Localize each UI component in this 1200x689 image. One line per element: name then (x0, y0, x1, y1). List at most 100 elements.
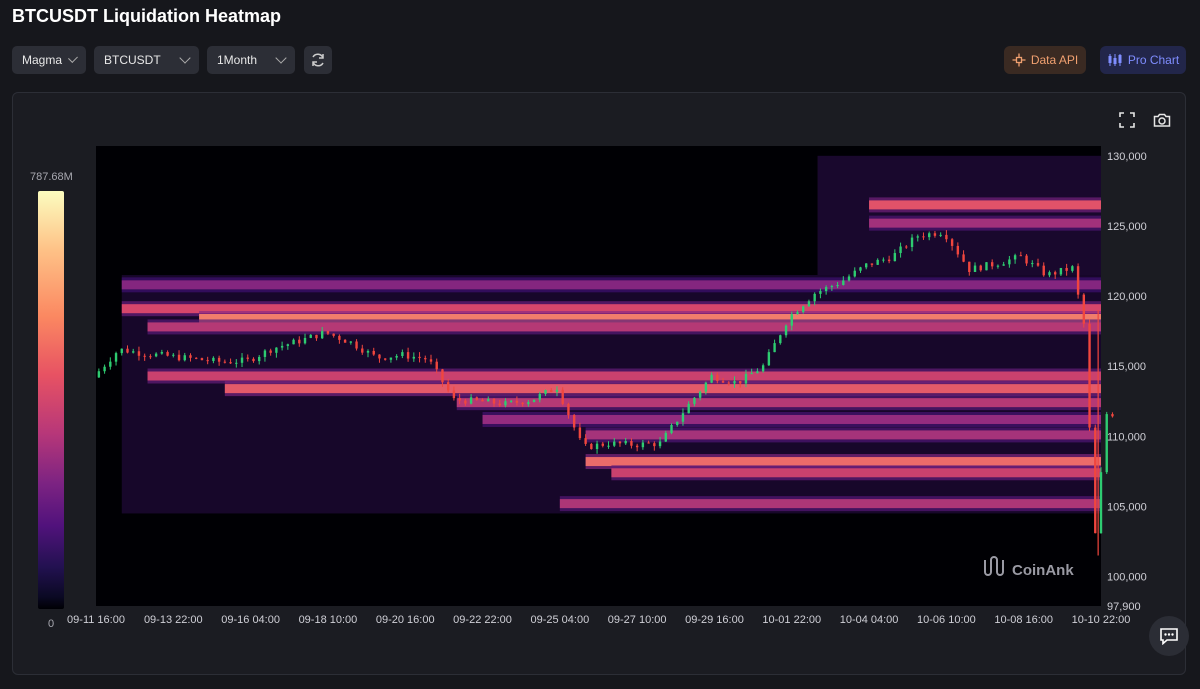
x-tick-label: 10-10 22:00 (1072, 614, 1131, 626)
liquidation-band (121, 280, 1102, 290)
candle-body (441, 369, 444, 383)
candle-body (177, 354, 181, 361)
x-tick-label: 10-01 22:00 (762, 614, 821, 626)
candle-body (973, 265, 977, 272)
liquidation-band (224, 384, 1101, 394)
candle-body (521, 402, 524, 405)
candle-body (515, 400, 519, 403)
candle-body (166, 352, 169, 356)
candle-body (395, 356, 398, 358)
chat-button[interactable] (1149, 616, 1189, 656)
candle-body (968, 261, 971, 272)
candle-body (206, 360, 209, 362)
candle-body (487, 398, 490, 402)
candle-body (286, 344, 290, 346)
candle-body (378, 354, 381, 359)
candle-body (149, 356, 152, 358)
candle-body (641, 442, 645, 448)
candle-body (704, 382, 708, 392)
candle-body (464, 400, 467, 404)
candle-body (561, 389, 564, 404)
candle-body (601, 443, 604, 446)
candle-body (1059, 267, 1063, 275)
x-tick-label: 09-18 10:00 (299, 614, 358, 626)
candle-body (956, 245, 960, 255)
candle-body (624, 441, 627, 444)
candle-body (773, 343, 776, 353)
heatmap-chart: 130,000 125,000 120,000 115,000 110,000 105,0… (67, 146, 1147, 626)
candle-body (1099, 472, 1103, 534)
candle-body (572, 415, 576, 428)
candle-body (114, 353, 118, 362)
candle-body (870, 263, 874, 265)
candle-body (985, 262, 988, 271)
candle-body (1036, 263, 1040, 266)
candle-body (1053, 272, 1057, 275)
candle-body (538, 393, 542, 400)
x-tick-label: 09-20 16:00 (376, 614, 435, 626)
liquidation-band (869, 218, 1101, 228)
candle-body (790, 314, 793, 326)
candle-body (939, 234, 942, 236)
liquidation-band (147, 371, 1102, 381)
candle-body (658, 441, 662, 447)
candle-body (698, 391, 702, 398)
candle-body (504, 401, 507, 406)
candle-body (1082, 294, 1086, 324)
candle-body (527, 402, 530, 405)
candle-body (481, 399, 484, 402)
liquidation-band (147, 322, 1102, 332)
candle-body (246, 357, 249, 359)
y-bottom-label: 97,900 (1107, 601, 1141, 613)
candle-body (670, 425, 673, 433)
candle-body (446, 382, 450, 391)
x-tick-label: 09-29 16:00 (685, 614, 744, 626)
y-tick-label: 105,000 (1107, 501, 1147, 513)
candle-body (876, 259, 879, 265)
candle-body (189, 355, 192, 358)
candle-body (429, 359, 433, 362)
candle-body (996, 265, 1000, 267)
candle-body (1031, 263, 1034, 265)
candle-body (567, 403, 570, 416)
candle-body (830, 286, 834, 288)
candle-body (945, 234, 948, 240)
y-tick-label: 120,000 (1107, 291, 1147, 303)
liquidation-band (611, 468, 1101, 478)
x-tick-label: 09-22 22:00 (453, 614, 512, 626)
candle-body (492, 398, 496, 404)
candle-body (893, 253, 897, 262)
x-tick-label: 09-13 22:00 (144, 614, 203, 626)
candle-body (160, 352, 164, 354)
candle-body (338, 335, 341, 340)
y-tick-label: 100,000 (1107, 572, 1147, 584)
y-tick-label: 115,000 (1107, 361, 1146, 373)
candle-body (836, 284, 839, 287)
candle-body (498, 403, 501, 406)
candle-body (744, 373, 748, 384)
candle-body (1002, 264, 1005, 266)
candle-body (120, 348, 123, 354)
candle-body (217, 357, 221, 362)
candle-body (263, 350, 267, 357)
candle-body (761, 365, 765, 372)
candle-body (195, 357, 198, 359)
candle-body (275, 347, 278, 353)
candle-body (630, 441, 633, 446)
candle-body (1071, 266, 1074, 271)
liquidation-band (585, 430, 1101, 440)
candle-body (383, 358, 387, 360)
candle-body (590, 443, 593, 450)
liquidation-band (456, 398, 1101, 408)
candle-body (469, 397, 473, 404)
candle-body (252, 358, 255, 362)
y-tick-label: 110,000 (1107, 431, 1146, 443)
candle-body (865, 263, 868, 268)
candle-body (1094, 427, 1097, 534)
candle-body (607, 445, 610, 447)
candle-body (137, 351, 141, 356)
candle-body (355, 341, 358, 349)
candle-body (298, 339, 301, 344)
candle-body (784, 325, 788, 336)
candle-body (458, 398, 461, 401)
